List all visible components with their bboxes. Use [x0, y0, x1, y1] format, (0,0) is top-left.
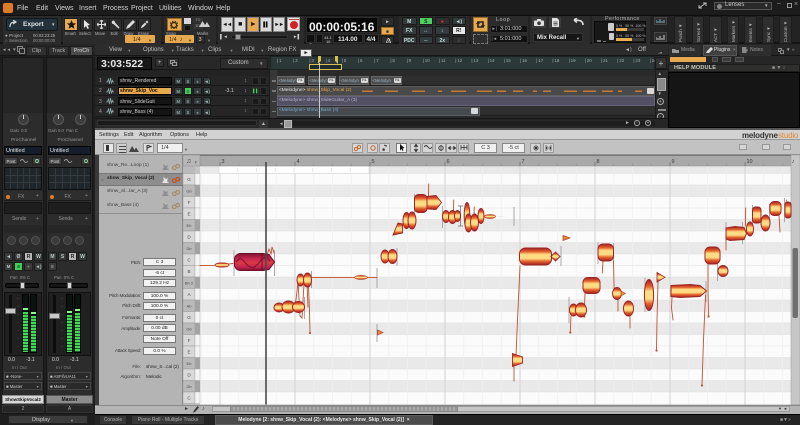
svg-text:Gb: Gb [186, 188, 192, 193]
svg-text:E: E [187, 211, 190, 216]
svg-text:♫: ♫ [186, 158, 191, 165]
svg-text:F: F [188, 338, 191, 343]
svg-text:7: 7 [522, 159, 525, 165]
svg-text:♪: ♪ [792, 159, 795, 165]
svg-text:▼: ▼ [194, 161, 197, 165]
svg-text:3: 3 [222, 159, 225, 165]
svg-text:G: G [187, 315, 191, 320]
svg-text:6: 6 [447, 159, 450, 165]
svg-text:ACT ▼: ACT ▼ [713, 27, 718, 42]
svg-text:8: 8 [597, 159, 600, 165]
svg-text:Custom ▼: Custom ▼ [783, 21, 788, 42]
svg-text:Markers ▼: Markers ▼ [731, 20, 736, 42]
svg-text:B: B [187, 269, 190, 274]
svg-text:10: 10 [747, 159, 753, 165]
svg-text:Events ▼: Events ▼ [748, 23, 753, 42]
svg-text:Eb: Eb [187, 223, 193, 228]
svg-text:Ab: Ab [187, 303, 193, 308]
svg-text:E: E [187, 349, 190, 354]
svg-text:Screen ▼: Screen ▼ [696, 22, 701, 42]
svg-text:Eb: Eb [187, 361, 193, 366]
svg-text:Bb 2: Bb 2 [185, 280, 194, 285]
svg-text:Db: Db [186, 384, 192, 389]
svg-text:Gb: Gb [186, 326, 192, 331]
svg-text:Sync ▼: Sync ▼ [766, 26, 771, 42]
svg-text:4: 4 [297, 159, 300, 165]
svg-text:9: 9 [672, 159, 675, 165]
svg-text:5: 5 [372, 159, 375, 165]
svg-text:G: G [187, 177, 191, 182]
svg-text:Punch ▼: Punch ▼ [678, 24, 683, 42]
svg-text:F: F [188, 200, 191, 205]
svg-text:Db: Db [186, 246, 192, 251]
